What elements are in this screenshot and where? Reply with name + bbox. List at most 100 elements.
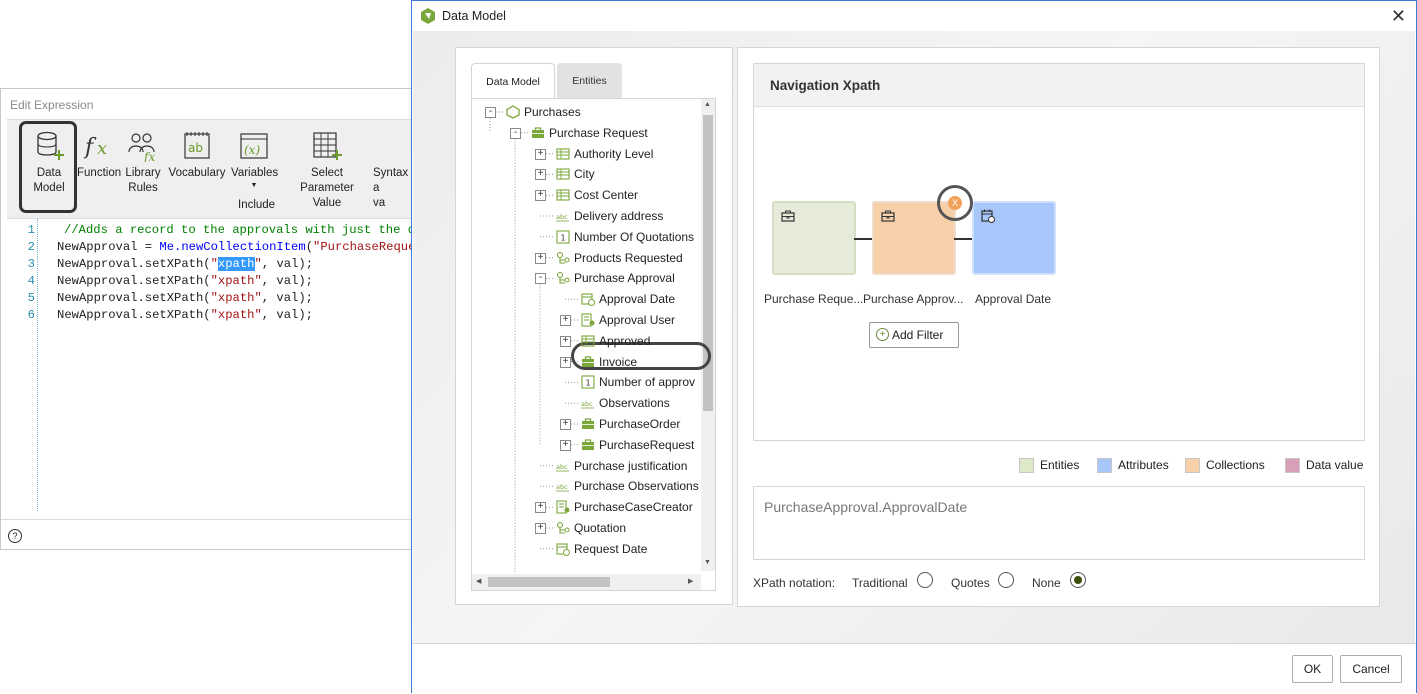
syntax-icon bbox=[377, 130, 409, 162]
tree-node-label: Approval User bbox=[599, 313, 676, 327]
text-attr-icon: abc bbox=[556, 213, 569, 222]
tree-node-label: Purchase Approval bbox=[574, 271, 675, 286]
tree-node-label: Cost Center bbox=[574, 188, 639, 203]
tree-node-label: Purchase justification bbox=[574, 458, 688, 473]
tree-node[interactable]: abc Purchase justification bbox=[472, 456, 700, 476]
svg-text:abc: abc bbox=[556, 463, 568, 471]
tree-node[interactable]: + PurchaseCaseCreator bbox=[472, 497, 700, 517]
xpath-output[interactable]: PurchaseApproval.ApprovalDate bbox=[753, 486, 1365, 560]
tree-node[interactable]: - Purchase Request bbox=[472, 123, 700, 143]
user-attr-icon bbox=[556, 500, 570, 514]
tree-node[interactable]: + Products Requested bbox=[472, 248, 700, 268]
line-number: 3 bbox=[27, 257, 35, 271]
expand-icon[interactable]: + bbox=[535, 502, 546, 514]
expand-icon[interactable]: + bbox=[535, 523, 546, 534]
briefcase-icon bbox=[881, 210, 895, 222]
toolbar-label: Syntax a va bbox=[373, 167, 409, 209]
radio-traditional[interactable] bbox=[917, 572, 933, 588]
node-entity-card[interactable] bbox=[772, 201, 856, 275]
function-button[interactable]: f x Function bbox=[77, 120, 121, 216]
cancel-button[interactable]: Cancel bbox=[1340, 655, 1402, 683]
radio-none[interactable] bbox=[1070, 572, 1086, 588]
code-text: NewApproval.setXPath("xpath", val); bbox=[57, 307, 313, 324]
vocabulary-button[interactable]: ab Vocabulary bbox=[167, 120, 227, 216]
tree-node[interactable]: - Purchases bbox=[472, 102, 700, 122]
collapse-icon[interactable]: - bbox=[510, 127, 521, 139]
tree-node[interactable]: abc Observations bbox=[472, 393, 700, 413]
select-parameter-value-button[interactable]: Select Parameter Value bbox=[283, 120, 371, 216]
scroll-down-icon[interactable]: ▼ bbox=[704, 559, 711, 566]
tree-node[interactable]: + City bbox=[472, 164, 700, 184]
code-token: NewApproval = bbox=[57, 240, 160, 254]
ok-button[interactable]: OK bbox=[1292, 655, 1333, 683]
expand-icon[interactable]: + bbox=[560, 315, 571, 326]
tree-node[interactable]: + PurchaseOrder bbox=[472, 414, 700, 434]
tree-node[interactable]: 1 Number Of Quotations bbox=[472, 227, 700, 247]
expand-icon[interactable]: + bbox=[560, 439, 571, 451]
tree-node[interactable]: + Cost Center bbox=[472, 185, 700, 205]
tree-node[interactable]: + Approved bbox=[472, 331, 700, 351]
dialog-title: Data Model bbox=[442, 9, 506, 23]
close-icon[interactable]: ✕ bbox=[1391, 6, 1406, 27]
briefcase-icon bbox=[781, 210, 795, 222]
code-text: NewApproval.setXPath("xpath", val); bbox=[57, 290, 313, 307]
node-label: Purchase Approv... bbox=[863, 292, 964, 306]
add-filter-button[interactable]: + Add Filter bbox=[869, 322, 959, 348]
tree-node[interactable]: Approval Date bbox=[472, 289, 700, 309]
tree-node[interactable]: Request Date bbox=[472, 539, 700, 559]
code-token: "xpath" bbox=[210, 274, 262, 288]
collapse-icon[interactable]: - bbox=[535, 273, 546, 285]
svg-text:fx: fx bbox=[143, 150, 155, 162]
tree-node[interactable]: + Authority Level bbox=[472, 144, 700, 164]
tree-node[interactable]: abc Purchase Observations bbox=[472, 476, 700, 496]
scroll-left-icon[interactable]: ◀ bbox=[476, 577, 481, 585]
variables-icon: (x) bbox=[240, 133, 268, 159]
horizontal-scroll-thumb[interactable] bbox=[488, 577, 610, 587]
tree-node[interactable]: 1 Number of approv bbox=[472, 372, 700, 392]
expand-icon[interactable]: + bbox=[560, 419, 571, 430]
date-attr-icon bbox=[981, 209, 995, 223]
expand-icon[interactable]: + bbox=[535, 252, 546, 264]
tree-node[interactable]: + PurchaseRequest bbox=[472, 435, 700, 455]
tab-data-model[interactable]: Data Model bbox=[471, 63, 555, 99]
radio-quotes[interactable] bbox=[998, 572, 1014, 588]
radio-label-traditional: Traditional bbox=[852, 576, 908, 590]
collapse-icon[interactable]: - bbox=[485, 107, 496, 118]
tree-node[interactable]: + Approval User bbox=[472, 310, 700, 330]
expand-icon[interactable]: + bbox=[535, 148, 546, 160]
toolbar-label: Select Parameter Value bbox=[300, 167, 354, 209]
tree-node-label: Approved bbox=[599, 333, 651, 348]
syntax-button[interactable]: Syntax a va bbox=[373, 120, 413, 216]
data-model-tree: ▲ ▼ ◀ ▶ - Purchases - Purchase Request + Auth… bbox=[471, 98, 716, 591]
tree-node[interactable]: abc Delivery address bbox=[472, 206, 700, 226]
briefcase-icon bbox=[532, 127, 544, 138]
node-attribute-card[interactable] bbox=[972, 201, 1056, 275]
navigation-title: Navigation Xpath bbox=[770, 78, 881, 93]
plus-icon: + bbox=[876, 328, 889, 341]
line-number: 4 bbox=[27, 274, 35, 288]
vertical-scrollbar[interactable]: ▲ ▼ bbox=[701, 99, 715, 571]
help-icon[interactable]: ? bbox=[8, 529, 22, 543]
xpath-value: PurchaseApproval.ApprovalDate bbox=[764, 499, 968, 515]
tree-node[interactable]: + Invoice bbox=[472, 352, 700, 372]
legend-swatch bbox=[1185, 458, 1200, 473]
tree-node-label: Number Of Quotations bbox=[574, 229, 695, 244]
horizontal-scrollbar[interactable]: ◀ ▶ bbox=[472, 574, 701, 590]
code-token: "xpath" bbox=[210, 291, 262, 305]
toolbar-label: Vocabulary bbox=[168, 167, 226, 179]
code-token: ( bbox=[305, 240, 314, 254]
tree-node[interactable]: + Quotation bbox=[472, 518, 700, 538]
tree-node[interactable]: - Purchase Approval bbox=[472, 268, 700, 288]
code-editor[interactable]: 1 //Adds a record to the approvals with j… bbox=[7, 219, 437, 511]
toolbar-label: Library Rules bbox=[125, 167, 161, 194]
library-rules-button[interactable]: fx Library Rules bbox=[123, 120, 163, 216]
expand-icon[interactable]: + bbox=[535, 169, 546, 181]
expand-icon[interactable]: + bbox=[560, 356, 571, 368]
legend-swatch bbox=[1097, 458, 1112, 473]
tab-entities[interactable]: Entities bbox=[557, 63, 622, 99]
scroll-right-icon[interactable]: ▶ bbox=[688, 577, 693, 585]
table-icon bbox=[556, 168, 570, 180]
expand-icon[interactable]: + bbox=[560, 335, 571, 347]
scroll-up-icon[interactable]: ▲ bbox=[704, 101, 711, 108]
expand-icon[interactable]: + bbox=[535, 190, 546, 202]
